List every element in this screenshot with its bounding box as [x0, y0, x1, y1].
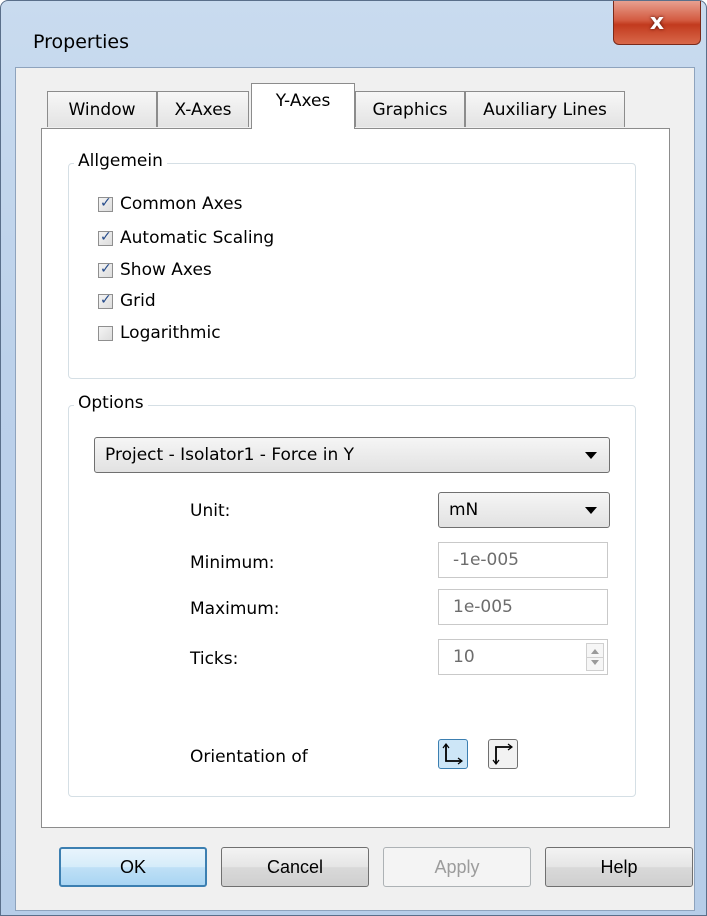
checkbox-box[interactable]: ✓ — [98, 260, 113, 278]
orientation-label: Orientation of — [190, 747, 308, 767]
maximum-field[interactable]: 1e-005 — [438, 589, 608, 625]
axis-origin-bottom-left-icon — [442, 743, 463, 765]
properties-window: Properties x Window X-Axes Y-Axes Graphi… — [0, 0, 707, 916]
checkbox-label: Show Axes — [120, 260, 212, 280]
tab-auxiliary-lines[interactable]: Auxiliary Lines — [465, 91, 625, 127]
apply-button[interactable]: Apply — [383, 847, 531, 887]
help-button[interactable]: Help — [545, 847, 693, 887]
options-group-title: Options — [74, 393, 148, 413]
check-icon: ✓ — [100, 228, 112, 245]
apply-button-label: Apply — [434, 856, 480, 877]
chevron-down-icon — [585, 452, 597, 459]
cancel-button[interactable]: Cancel — [221, 847, 369, 887]
check-icon: ✓ — [100, 260, 112, 277]
spin-down-icon[interactable] — [591, 660, 599, 665]
minimum-value: -1e-005 — [453, 550, 519, 570]
y-axes-tab-panel: Allgemein ✓ Common Axes ✓ Automatic Scal… — [41, 128, 670, 828]
help-button-label: Help — [600, 856, 638, 877]
close-button[interactable]: x — [613, 1, 701, 45]
checkbox-box[interactable]: ✓ — [98, 291, 113, 309]
cancel-button-label: Cancel — [266, 856, 324, 877]
checkbox-label: Grid — [120, 291, 156, 311]
spinner-arrows[interactable] — [586, 643, 604, 671]
ticks-stepper[interactable]: 10 — [438, 639, 608, 675]
checkbox-common-axes[interactable]: ✓ Common Axes — [98, 193, 242, 215]
unit-select-value: mN — [449, 500, 479, 520]
minimum-label: Minimum: — [190, 553, 275, 573]
checkbox-box[interactable]: ✓ — [98, 194, 113, 212]
tab-window-label: Window — [68, 99, 136, 120]
ticks-label: Ticks: — [190, 649, 239, 669]
check-icon: ✓ — [100, 194, 112, 211]
tab-x-axes-label: X-Axes — [174, 99, 232, 120]
checkbox-grid[interactable]: ✓ Grid — [98, 290, 156, 312]
ok-button[interactable]: OK — [59, 847, 207, 887]
unit-label: Unit: — [190, 501, 231, 521]
unit-select[interactable]: mN — [438, 492, 610, 528]
checkbox-box[interactable]: ✓ — [98, 228, 113, 246]
close-icon: x — [649, 10, 665, 35]
window-title: Properties — [33, 31, 130, 53]
checkbox-label: Logarithmic — [120, 323, 221, 343]
tab-auxiliary-lines-label: Auxiliary Lines — [483, 99, 607, 120]
orientation-bottom-left-button[interactable] — [438, 739, 468, 769]
checkbox-automatic-scaling[interactable]: ✓ Automatic Scaling — [98, 227, 274, 249]
checkbox-label: Common Axes — [120, 194, 243, 214]
tab-x-axes[interactable]: X-Axes — [157, 91, 249, 127]
maximum-value: 1e-005 — [453, 597, 513, 617]
orientation-top-left-button[interactable] — [488, 739, 518, 769]
checkbox-show-axes[interactable]: ✓ Show Axes — [98, 259, 212, 281]
minimum-field[interactable]: -1e-005 — [438, 542, 608, 578]
ok-button-label: OK — [119, 856, 146, 877]
ticks-value: 10 — [453, 647, 475, 667]
checkbox-label: Automatic Scaling — [120, 228, 275, 248]
tab-window[interactable]: Window — [47, 91, 157, 127]
tab-graphics-label: Graphics — [372, 99, 448, 120]
spin-up-icon[interactable] — [591, 649, 599, 654]
axis-origin-top-left-icon — [492, 743, 513, 765]
chevron-down-icon — [585, 507, 597, 514]
signal-select-value: Project - Isolator1 - Force in Y — [105, 445, 355, 465]
allgemein-group-title: Allgemein — [74, 151, 167, 171]
tab-graphics[interactable]: Graphics — [355, 91, 465, 127]
tab-y-axes-label: Y-Axes — [275, 91, 331, 111]
maximum-label: Maximum: — [190, 599, 280, 619]
checkbox-box[interactable] — [98, 325, 113, 341]
checkbox-logarithmic[interactable]: Logarithmic — [98, 322, 221, 344]
signal-select[interactable]: Project - Isolator1 - Force in Y — [94, 437, 610, 473]
check-icon: ✓ — [100, 291, 112, 308]
tab-y-axes[interactable]: Y-Axes — [251, 83, 355, 129]
